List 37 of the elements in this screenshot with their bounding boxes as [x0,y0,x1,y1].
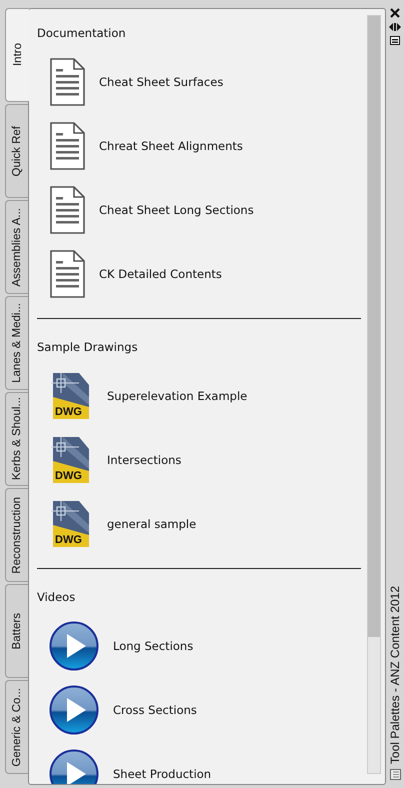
palette-tab[interactable]: Lanes & Medi... [5,296,28,390]
file-type-label: DWG [55,470,82,482]
item-label[interactable]: Intersections [107,453,182,467]
item-label[interactable]: Superelevation Example [107,389,248,403]
section-title: Sample Drawings [37,339,139,355]
item-label[interactable]: Sheet Production [113,767,212,781]
section-title: Documentation [37,25,127,41]
document-icon[interactable] [49,58,85,106]
palette-tab[interactable]: Kerbs & Shoul... [5,392,28,486]
palette-tab[interactable]: Assemblies A... [5,200,28,294]
scrollbar[interactable] [367,15,381,774]
document-icon[interactable] [49,186,85,234]
palette-tab[interactable]: Generic & Co... [5,680,28,774]
palette-tab[interactable]: Quick Ref [5,104,28,198]
close-icon[interactable] [390,8,400,18]
item-label[interactable]: CK Detailed Contents [99,267,222,281]
document-icon[interactable] [49,122,85,170]
item-label[interactable]: general sample [107,517,196,531]
arrows-icon[interactable] [389,23,401,31]
play-icon[interactable] [49,685,99,735]
section-title: Videos [37,589,76,605]
item-label[interactable]: Chreat Sheet Alignments [99,139,243,153]
file-type-label: DWG [55,534,82,546]
item-label[interactable]: Cross Sections [113,703,197,717]
document-icon[interactable] [49,250,85,298]
properties-icon[interactable] [390,769,400,780]
menu-icon[interactable] [390,36,400,45]
palette-tab[interactable]: Reconstruction [5,488,28,582]
item-label[interactable]: Long Sections [113,639,194,653]
palette-tab[interactable]: Batters [5,584,28,678]
palette-tab[interactable]: Intro [5,8,29,102]
play-icon[interactable] [49,621,99,671]
item-label[interactable]: Cheat Sheet Surfaces [99,75,224,89]
item-label[interactable]: Cheat Sheet Long Sections [99,203,254,217]
palette-title: Tool Palettes - ANZ Content 2012 [388,586,402,764]
play-icon[interactable] [49,749,99,784]
file-type-label: DWG [55,406,82,418]
